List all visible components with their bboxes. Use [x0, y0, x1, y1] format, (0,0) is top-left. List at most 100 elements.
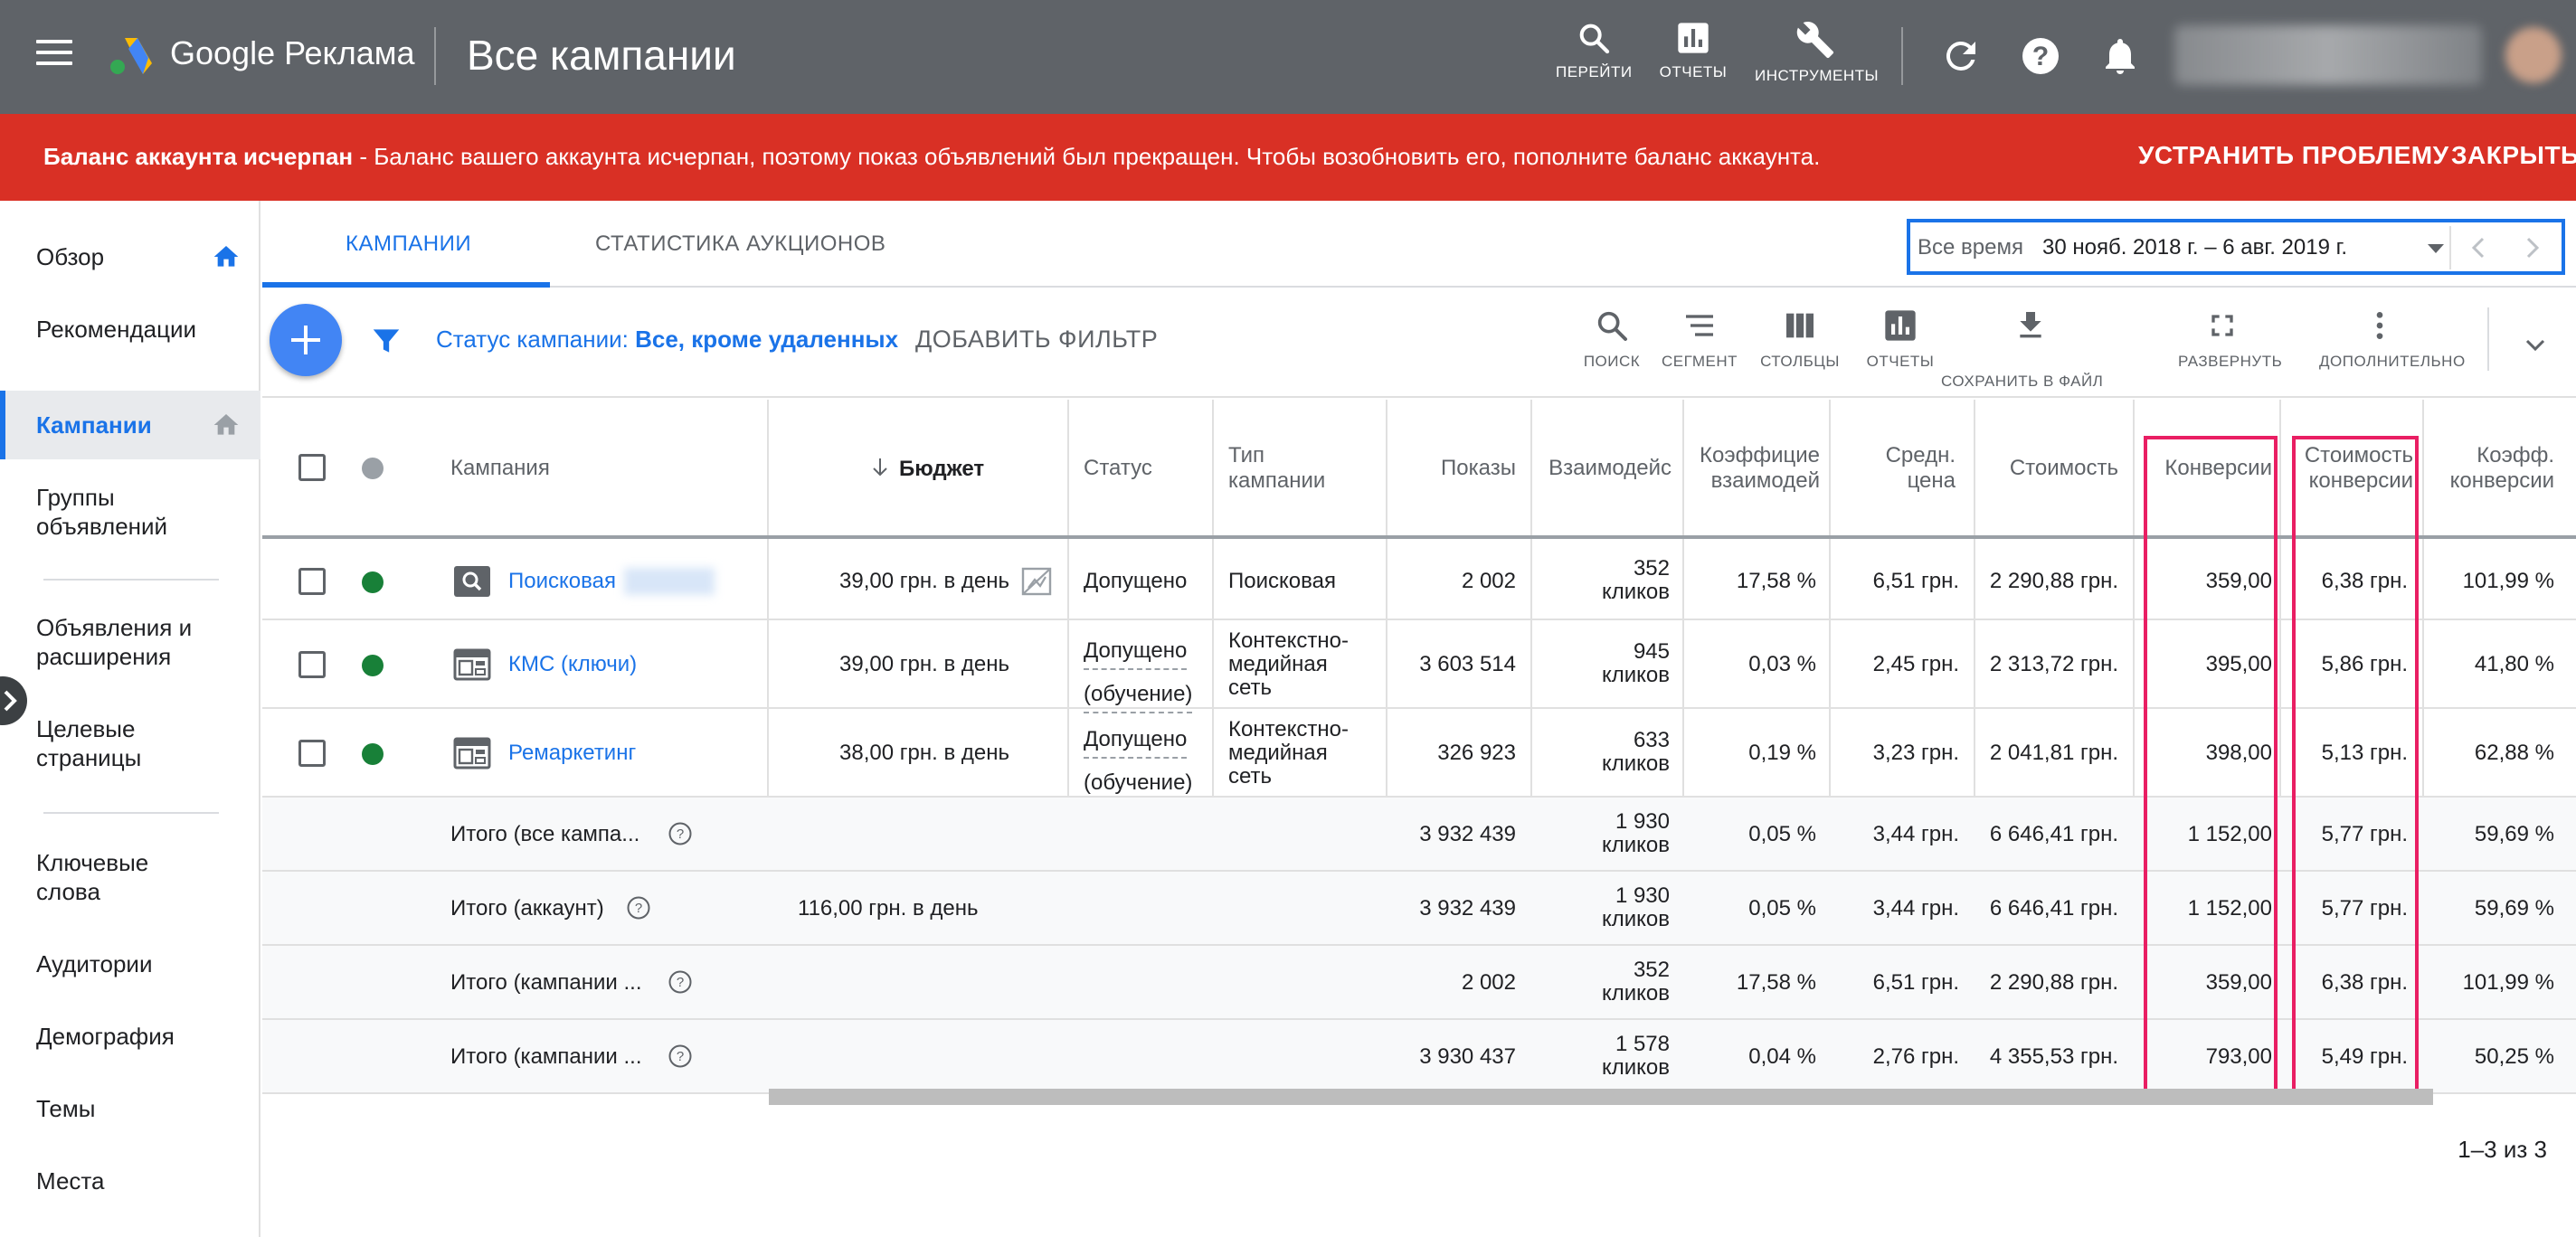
total-cost-value: 4 355,53 грн.: [1989, 1044, 2118, 1069]
horizontal-scrollbar[interactable]: [769, 1089, 2433, 1105]
header-budget[interactable]: Бюджет: [870, 456, 984, 482]
chevron-right-icon[interactable]: [2516, 231, 2547, 264]
tool-columns-button[interactable]: СТОЛБЦЫ: [1757, 307, 1843, 371]
sidebar-item-placements[interactable]: Места: [0, 1166, 260, 1217]
sidebar-item-campaigns[interactable]: Кампании: [0, 391, 260, 459]
status-enabled-dot[interactable]: [362, 743, 384, 765]
sidebar-item-ads-extensions[interactable]: Объявления и расширения: [0, 613, 260, 682]
tool-more-button[interactable]: ДОПОЛНИТЕЛЬНО: [2319, 307, 2466, 371]
select-all-checkbox[interactable]: [298, 454, 326, 481]
budget-value[interactable]: 38,00 грн. в день: [769, 741, 1009, 765]
avatar[interactable]: [2505, 27, 2562, 83]
campaign-type-value: Контекстно- медийная сеть: [1228, 718, 1349, 788]
tab-auction-insights[interactable]: СТАТИСТИКА АУКЦИОНОВ: [595, 231, 886, 257]
header-cost[interactable]: Стоимость: [1981, 456, 2118, 481]
row-checkbox[interactable]: [298, 568, 326, 595]
total-impressions-value: 3 930 437: [1419, 1044, 1516, 1069]
header-avg-cost[interactable]: Средн. цена: [1836, 443, 1956, 494]
date-range-picker[interactable]: Все время 30 нояб. 2018 г. – 6 авг. 2019…: [1907, 219, 2565, 275]
tool-label: СТОЛБЦЫ: [1760, 353, 1840, 370]
campaign-name-link[interactable]: КМС (ключи): [508, 653, 637, 676]
sidebar-item-label: Демография: [36, 1023, 175, 1050]
status-filter-chip[interactable]: Статус кампании: Все, кроме удаленных: [436, 326, 898, 354]
row-checkbox[interactable]: [298, 651, 326, 678]
status-enabled-dot[interactable]: [362, 655, 384, 676]
header-line: взаимодей: [1710, 468, 1820, 493]
sidebar-item-landing-pages[interactable]: Целевые страницы: [0, 714, 260, 783]
refresh-icon[interactable]: [1939, 34, 1983, 78]
budget-value[interactable]: 39,00 грн. в день: [769, 653, 1009, 676]
interaction-rate-value: 17,58 %: [1736, 569, 1816, 593]
close-alert-button[interactable]: ЗАКРЫТЬ: [2451, 141, 2576, 170]
sidebar-item-label: Кампании: [36, 411, 152, 439]
header-type[interactable]: Тип кампании: [1228, 443, 1325, 494]
sidebar-item-recommendations[interactable]: Рекомендации: [0, 304, 260, 354]
tool-search-button[interactable]: ПОИСК: [1576, 307, 1648, 371]
status-enabled-dot[interactable]: [362, 571, 384, 593]
tools-button[interactable]: ИНСТРУМЕНТЫ: [1755, 20, 1879, 96]
go-to-button[interactable]: ПЕРЕЙТИ: [1556, 20, 1632, 96]
chevron-down-icon[interactable]: [2522, 331, 2549, 358]
status-value: Допущено: [1084, 569, 1188, 593]
header-impressions[interactable]: Показы: [1393, 456, 1516, 481]
cost-value: 2 041,81 грн.: [1989, 741, 2118, 765]
interactions-count: 633: [1633, 728, 1670, 752]
menu-icon[interactable]: [36, 40, 72, 69]
campaign-type-value: Контекстно- медийная сеть: [1228, 629, 1349, 700]
campaign-name-link[interactable]: Ремаркетинг: [508, 741, 636, 765]
add-campaign-button[interactable]: [270, 304, 342, 376]
sidebar-item-overview[interactable]: Обзор: [0, 231, 260, 282]
search-campaign-icon: [454, 566, 490, 597]
tool-reports-button[interactable]: ОТЧЕТЫ: [1861, 307, 1939, 371]
tool-segment-button[interactable]: СЕГМЕНТ: [1661, 307, 1738, 371]
help-outline-icon[interactable]: ?: [668, 1043, 693, 1069]
interactions-unit: кликов: [1601, 907, 1670, 931]
account-info-blurred[interactable]: [2174, 25, 2482, 85]
chevron-left-icon[interactable]: [2464, 231, 2495, 264]
sidebar-item-demographics[interactable]: Демография: [0, 1022, 260, 1072]
sidebar-item-ad-groups[interactable]: Группы объявлений: [0, 483, 260, 552]
sidebar-collapse-button[interactable]: [0, 676, 27, 725]
avg-cost-value: 2,45 грн.: [1872, 652, 1959, 676]
tool-download-button[interactable]: [1990, 307, 2071, 344]
tab-campaigns[interactable]: КАМПАНИИ: [346, 231, 471, 257]
reports-button[interactable]: ОТЧЕТЫ: [1655, 20, 1731, 96]
avg-cost-value: 3,23 грн.: [1872, 741, 1959, 765]
row-checkbox[interactable]: [298, 740, 326, 767]
campaign-name-link[interactable]: Поисковая: [508, 570, 616, 593]
budget-value[interactable]: 39,00 грн. в день: [769, 570, 1009, 593]
interactions-unit: кликов: [1601, 833, 1670, 857]
header-campaign[interactable]: Кампания: [450, 456, 550, 481]
fix-problem-button[interactable]: УСТРАНИТЬ ПРОБЛЕМУ: [2138, 141, 2449, 170]
total-label: Итого (все кампа...: [450, 822, 640, 846]
balance-alert-banner: Баланс аккаунта исчерпан - Баланс вашего…: [0, 114, 2576, 201]
help-outline-icon[interactable]: ?: [668, 821, 693, 846]
add-filter-button[interactable]: ДОБАВИТЬ ФИЛЬТР: [915, 326, 1158, 354]
total-label: Итого (аккаунт): [450, 896, 604, 921]
header-interactions[interactable]: Взаимодейс: [1538, 456, 1672, 481]
budget-limited-icon[interactable]: [1020, 566, 1053, 597]
sidebar-nav: Обзор Рекомендации Кампании Группы объяв…: [0, 201, 260, 1237]
header-status[interactable]: Статус: [1084, 456, 1152, 481]
svg-text:?: ?: [2032, 42, 2049, 71]
conversion-rate-value: 101,99 %: [2462, 569, 2554, 593]
display-campaign-icon: [453, 737, 491, 770]
tool-fullscreen-button[interactable]: РАЗВЕРНУТЬ: [2178, 307, 2282, 371]
filter-icon[interactable]: [369, 324, 403, 358]
header-conversion-rate[interactable]: Коэфф. конверсии: [2429, 443, 2554, 494]
status-value[interactable]: Допущено (обучение): [1084, 718, 1193, 805]
tool-label: ДОПОЛНИТЕЛЬНО: [2319, 353, 2466, 370]
help-outline-icon[interactable]: ?: [668, 969, 693, 995]
help-outline-icon[interactable]: ?: [626, 895, 651, 921]
help-icon[interactable]: ?: [2019, 34, 2062, 78]
header-interaction-rate[interactable]: Коэффицие взаимодей: [1690, 443, 1820, 494]
total-interactions-value: 1 930 кликов: [1538, 810, 1670, 857]
sidebar-item-keywords[interactable]: Ключевые слова: [0, 848, 260, 917]
status-value[interactable]: Допущено (обучение): [1084, 629, 1193, 716]
sidebar-item-topics[interactable]: Темы: [0, 1094, 260, 1145]
notifications-icon[interactable]: [2098, 34, 2142, 78]
total-interaction-rate-value: 17,58 %: [1736, 970, 1816, 995]
sidebar-item-audiences[interactable]: Аудитории: [0, 949, 260, 1000]
total-avg-cost-value: 3,44 грн.: [1872, 896, 1959, 921]
campaign-name-blurred: [624, 568, 715, 595]
